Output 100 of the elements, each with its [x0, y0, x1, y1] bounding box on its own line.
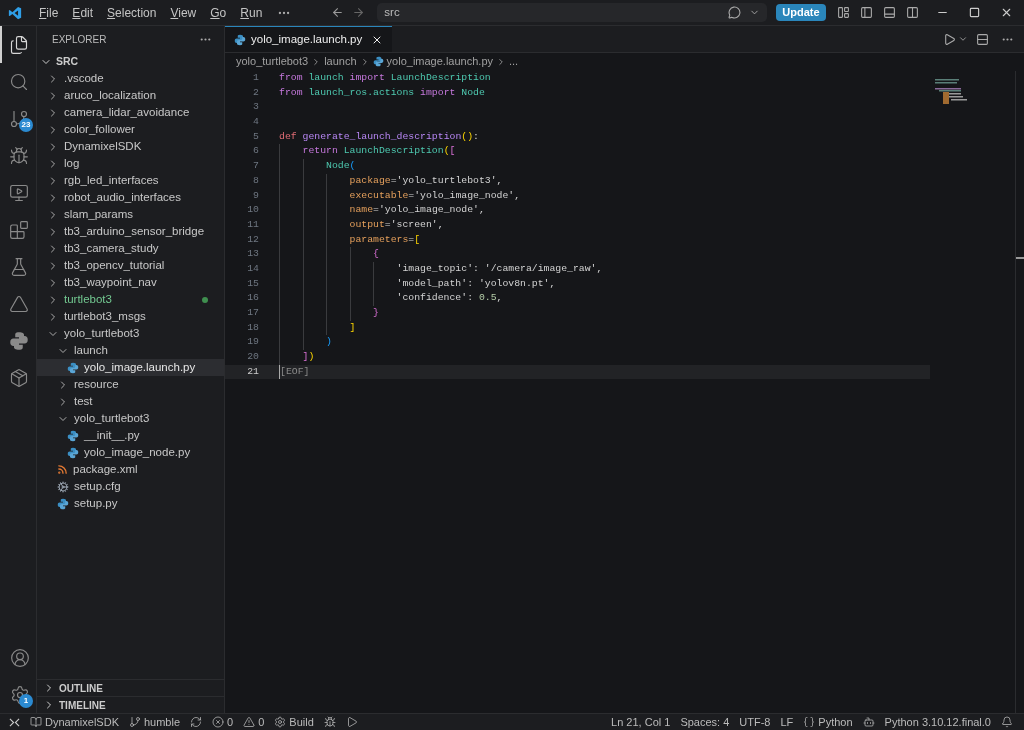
tree-item[interactable]: yolo_image_node.py	[37, 444, 224, 461]
code-line: ])	[279, 350, 315, 365]
source-control-tab[interactable]: 23	[0, 100, 36, 137]
code-line: 'model_path': 'yolov8n.pt',	[279, 276, 556, 292]
status-item[interactable]: Build	[269, 713, 319, 730]
tree-item[interactable]: launch	[37, 342, 224, 359]
tree-item[interactable]: tb3_waypoint_nav	[37, 274, 224, 291]
tree-item[interactable]: package.xml	[37, 461, 224, 478]
tree-item[interactable]: color_follower	[37, 121, 224, 138]
toggle-panel-icon[interactable]	[883, 6, 896, 19]
tree-item[interactable]: rgb_led_interfaces	[37, 172, 224, 189]
line-number: 14	[246, 261, 259, 276]
chevron-down-icon[interactable]	[958, 34, 968, 44]
line-number: 1	[252, 71, 259, 85]
tree-item[interactable]: turtlebot3_msgs	[37, 308, 224, 325]
tree-item[interactable]: slam_params	[37, 206, 224, 223]
close-icon[interactable]	[1000, 6, 1013, 19]
line-number: 21	[246, 364, 259, 379]
update-button[interactable]: Update	[776, 4, 826, 21]
line-number: 12	[246, 232, 259, 247]
editor-tab[interactable]: yolo_image.launch.py	[225, 26, 393, 52]
menu-item[interactable]: Run	[233, 3, 270, 22]
status-item[interactable]: UTF-8	[734, 713, 776, 730]
app-logo	[8, 5, 22, 20]
menu-item[interactable]: File	[32, 3, 66, 22]
line-number: 6	[252, 144, 259, 159]
code-line: from launch import LaunchDescription	[279, 71, 491, 85]
tree-item[interactable]: tb3_opencv_tutorial	[37, 257, 224, 274]
breadcrumb-item[interactable]: ...	[509, 53, 519, 70]
status-item[interactable]: humble	[123, 713, 186, 730]
section-header[interactable]: OUTLINE	[37, 679, 224, 696]
menu-item[interactable]: Go	[203, 3, 234, 22]
status-item[interactable]: LF	[775, 713, 799, 730]
run-debug-icon	[9, 145, 29, 166]
tree-item[interactable]: .vscode	[37, 70, 224, 87]
command-center-field[interactable]: src	[377, 3, 768, 22]
scrollbar[interactable]	[1015, 71, 1024, 713]
warning-icon	[243, 716, 256, 728]
tree-item[interactable]: resource	[37, 376, 224, 393]
menu-item[interactable]: View	[163, 3, 204, 22]
status-item[interactable]: DynamixelSDK	[25, 713, 124, 730]
status-item[interactable]: 0	[238, 713, 270, 730]
breadcrumb-item[interactable]: yolo_turtlebot3	[236, 53, 309, 70]
breadcrumb-item[interactable]: yolo_image.launch.py	[386, 53, 493, 70]
menu-item[interactable]: Selection	[100, 3, 164, 22]
flask-icon	[9, 256, 29, 277]
forward-arrow-icon[interactable]	[352, 6, 366, 19]
menu-item[interactable]: Edit	[65, 3, 101, 22]
split-editor-icon[interactable]	[976, 32, 989, 46]
count-badge: 23	[19, 118, 33, 132]
branch-icon	[128, 716, 141, 728]
run-icon[interactable]	[943, 32, 956, 46]
tree-item[interactable]: tb3_camera_study	[37, 240, 224, 257]
python-file-icon	[57, 497, 69, 510]
code-line: return LaunchDescription([	[279, 144, 456, 160]
tree-item[interactable]: turtlebot3	[37, 291, 224, 308]
tree-item[interactable]: yolo_turtlebot3	[37, 410, 224, 427]
tree-item[interactable]: yolo_image.launch.py	[37, 359, 224, 376]
sidebar-title: EXPLORER	[52, 33, 107, 47]
toggle-sidebar-icon[interactable]	[860, 6, 873, 19]
folder-header[interactable]: SRC	[37, 53, 224, 70]
copilot-icon	[862, 716, 875, 728]
status-item[interactable]: 0	[207, 713, 239, 730]
code-line: name='yolo_image_node',	[279, 203, 485, 218]
code-line: )	[279, 335, 332, 351]
code-line: output='screen',	[279, 217, 444, 233]
maximize-icon[interactable]	[969, 7, 980, 18]
line-number: 10	[246, 203, 259, 218]
customize-layout-icon[interactable]	[837, 6, 850, 19]
remote-explorer-icon	[9, 182, 29, 203]
split-layout-icon[interactable]	[906, 6, 919, 19]
tree-item[interactable]: DynamixelSDK	[37, 138, 224, 155]
chat-icon[interactable]	[728, 6, 742, 19]
back-arrow-icon[interactable]	[331, 6, 345, 19]
notifications-icon	[1001, 716, 1013, 728]
remote-icon	[9, 716, 20, 728]
tree-item[interactable]: log	[37, 155, 224, 172]
line-number: 19	[246, 335, 259, 350]
code-line: package='yolo_turtlebot3',	[279, 173, 503, 189]
code-line: from launch_ros.actions import Node	[279, 85, 485, 100]
status-item[interactable]: Python	[798, 713, 858, 730]
status-item[interactable]: Python 3.10.12.final.0	[879, 713, 996, 730]
tree-item[interactable]: yolo_turtlebot3	[37, 325, 224, 342]
tree-item[interactable]: test	[37, 393, 224, 410]
tree-item[interactable]: __init__.py	[37, 427, 224, 444]
line-number: 7	[252, 159, 259, 174]
line-number: 8	[252, 173, 259, 188]
status-item[interactable]: Ln 21, Col 1	[606, 713, 676, 730]
tree-item[interactable]: robot_audio_interfaces	[37, 189, 224, 206]
chevron-right-icon	[496, 56, 506, 67]
tree-item[interactable]: tb3_arduino_sensor_bridge	[37, 223, 224, 240]
tree-item[interactable]: aruco_localization	[37, 87, 224, 104]
tree-item[interactable]: camera_lidar_avoidance	[37, 104, 224, 121]
tree-item[interactable]: setup.py	[37, 495, 224, 512]
line-number: 5	[252, 129, 259, 144]
breadcrumb-item[interactable]: launch	[324, 53, 357, 70]
status-item[interactable]: Spaces: 4	[675, 713, 735, 730]
tree-item[interactable]: setup.cfg	[37, 478, 224, 495]
code-line: 'image_topic': '/camera/image_raw',	[279, 261, 603, 277]
settings-tab[interactable]: 1	[0, 676, 37, 713]
